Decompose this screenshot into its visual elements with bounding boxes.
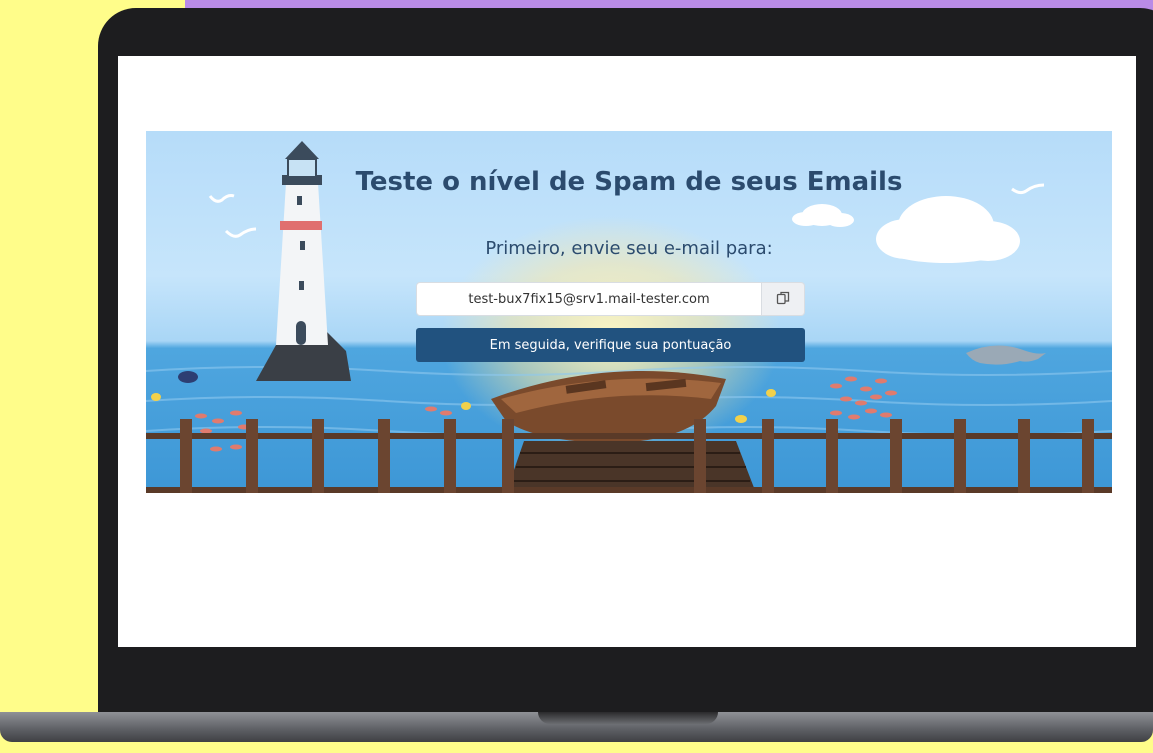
email-address-group: [416, 282, 805, 316]
laptop-hinge: [538, 712, 718, 724]
page-title: Teste o nível de Spam de seus Emails: [355, 167, 903, 197]
copy-button[interactable]: [762, 282, 805, 316]
fish-school-right: [830, 376, 897, 420]
laptop-screen: Teste o nível de Spam de seus Emails Pri…: [118, 56, 1136, 647]
check-score-button[interactable]: Em seguida, verifique sua pontuação: [416, 328, 805, 362]
dolphin: [966, 345, 1046, 365]
page-subtitle: Primeiro, envie seu e-mail para:: [485, 238, 773, 259]
email-address-field[interactable]: [416, 282, 762, 316]
cloud-small: [792, 204, 854, 227]
copy-icon: [776, 290, 790, 309]
hero-banner: Teste o nível de Spam de seus Emails Pri…: [146, 131, 1112, 493]
lighthouse-tower: [276, 183, 328, 345]
